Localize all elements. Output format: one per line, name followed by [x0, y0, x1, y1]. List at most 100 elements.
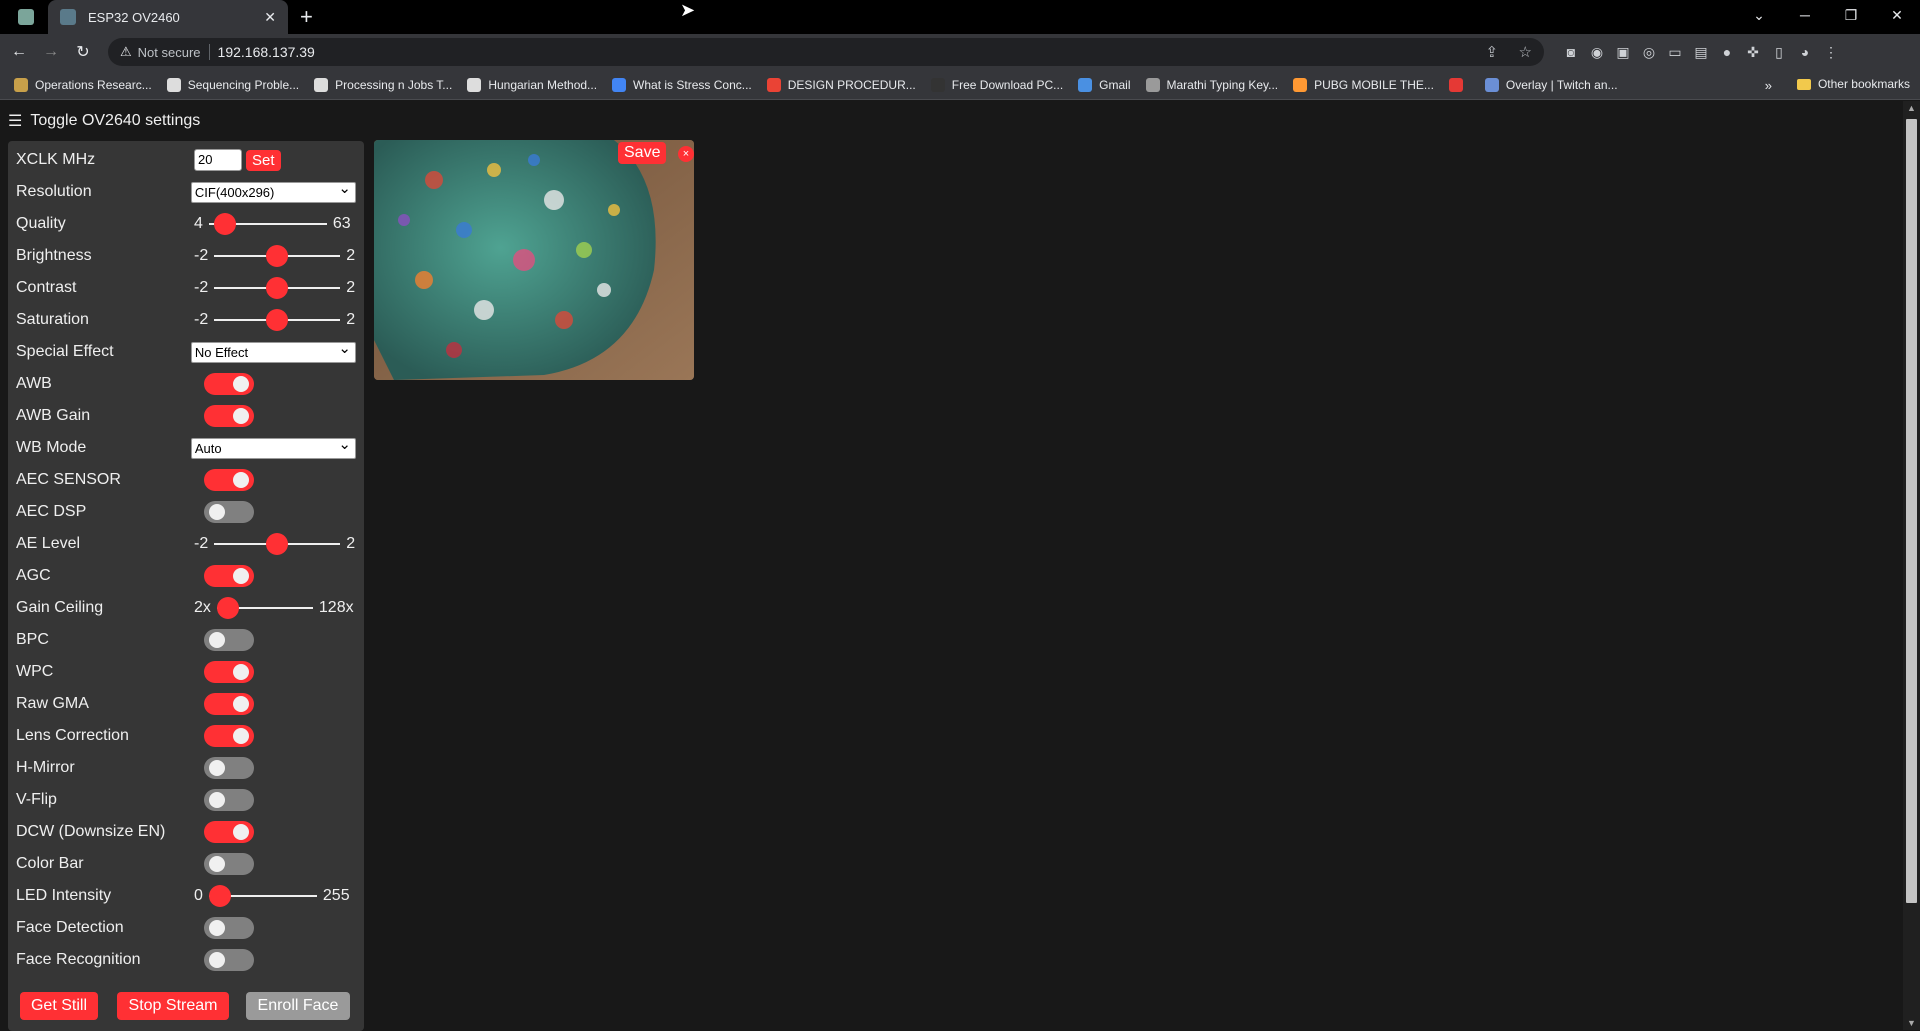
bookmark-star-icon[interactable]: ☆	[1519, 44, 1532, 61]
profile-avatar[interactable]: ◕	[1792, 44, 1818, 61]
bookmark-item[interactable]: Free Download PC...	[930, 77, 1063, 92]
toggle-settings-label[interactable]: Toggle OV2640 settings	[30, 112, 200, 130]
v-flip-toggle[interactable]	[204, 789, 254, 811]
forward-icon[interactable]: →	[38, 43, 64, 61]
not-secure-label[interactable]: Not secure	[138, 45, 201, 60]
contrast-track[interactable]	[214, 277, 341, 299]
bpc-toggle[interactable]	[204, 629, 254, 651]
face-detection-toggle[interactable]	[204, 917, 254, 939]
bookmark-item[interactable]: Gmail	[1078, 77, 1131, 92]
tab-search-icon[interactable]: ⌄	[1736, 0, 1782, 30]
window-close-button[interactable]: ✕	[1874, 0, 1920, 30]
saturation-slider[interactable]: -2 2	[194, 309, 355, 331]
side-panel-icon[interactable]: ▯	[1766, 44, 1792, 61]
awb-gain-toggle[interactable]	[204, 405, 254, 427]
bookmark-item[interactable]	[1448, 77, 1470, 92]
xclk-input[interactable]: 20	[194, 149, 242, 171]
face-recognition-toggle[interactable]	[204, 949, 254, 971]
bookmark-item[interactable]: Sequencing Proble...	[166, 77, 299, 92]
ae-level-thumb[interactable]	[266, 533, 289, 555]
reload-icon[interactable]: ↻	[70, 42, 96, 62]
dcw-toggle[interactable]	[204, 821, 254, 843]
extension-icon-2[interactable]: ◉	[1584, 44, 1610, 61]
bookmarks-overflow-icon[interactable]: »	[1765, 78, 1772, 93]
bookmark-item[interactable]: Hungarian Method...	[467, 77, 597, 92]
bookmark-item[interactable]: PUBG MOBILE THE...	[1293, 77, 1434, 92]
h-mirror-toggle[interactable]	[204, 757, 254, 779]
led-intensity-thumb[interactable]	[208, 885, 231, 907]
gain-ceiling-track[interactable]	[216, 597, 313, 619]
aec-sensor-row: AEC SENSOR	[16, 464, 356, 496]
scroll-down-icon[interactable]: ▼	[1903, 1018, 1920, 1028]
stop-stream-button[interactable]: Stop Stream	[117, 992, 229, 1020]
wb-mode-select[interactable]: Auto	[190, 435, 356, 459]
get-still-button[interactable]: Get Still	[20, 992, 98, 1020]
browser-app-icon[interactable]	[18, 9, 34, 25]
contrast-thumb[interactable]	[266, 277, 289, 299]
other-bookmarks[interactable]: Other bookmarks	[1796, 77, 1910, 91]
minimize-button[interactable]: ─	[1782, 0, 1828, 30]
agc-toggle[interactable]	[204, 565, 254, 587]
bookmark-item[interactable]: What is Stress Conc...	[612, 77, 752, 92]
quality-thumb[interactable]	[213, 213, 236, 235]
awb-toggle[interactable]	[204, 373, 254, 395]
wpc-toggle[interactable]	[204, 661, 254, 683]
share-icon[interactable]: ⇪	[1486, 44, 1499, 61]
extensions-puzzle-icon[interactable]: ✜	[1740, 44, 1766, 61]
extension-new-icon[interactable]: ▤	[1688, 44, 1714, 61]
bookmark-favicon-icon	[930, 77, 945, 92]
bookmark-item[interactable]: Overlay | Twitch an...	[1484, 77, 1618, 92]
extension-icon-5[interactable]: ▭	[1662, 44, 1688, 61]
camera-extension-icon[interactable]: ◙	[1558, 44, 1584, 61]
back-icon[interactable]: ←	[6, 43, 32, 61]
color-bar-toggle[interactable]	[204, 853, 254, 875]
url-text[interactable]: 192.168.137.39	[218, 44, 1470, 60]
quality-track[interactable]	[208, 213, 327, 235]
brightness-track[interactable]	[214, 245, 341, 267]
xclk-set-button[interactable]: Set	[246, 149, 281, 171]
bookmark-item[interactable]: DESIGN PROCEDUR...	[766, 77, 916, 92]
address-bar[interactable]: ⚠ Not secure 192.168.137.39 ⇪ ☆	[108, 38, 1544, 66]
quality-slider[interactable]: 4 63	[194, 213, 351, 235]
h-mirror-toggle-knob	[209, 760, 225, 776]
toggle-settings[interactable]: ☰ Toggle OV2640 settings	[8, 111, 200, 131]
ae-level-slider[interactable]: -2 2	[194, 533, 355, 555]
brightness-slider[interactable]: -2 2	[194, 245, 355, 267]
warning-icon[interactable]: ⚠	[120, 44, 132, 60]
brightness-thumb[interactable]	[266, 245, 289, 267]
aec-dsp-toggle[interactable]	[204, 501, 254, 523]
raw-gma-toggle[interactable]	[204, 693, 254, 715]
grammarly-icon[interactable]: ◎	[1636, 44, 1662, 61]
close-stream-button[interactable]: ×	[678, 146, 694, 162]
lens-correction-toggle[interactable]	[204, 725, 254, 747]
ae-level-track[interactable]	[214, 533, 341, 555]
aec-sensor-toggle[interactable]	[204, 469, 254, 491]
extension-icon-7[interactable]: ●	[1714, 44, 1740, 61]
restore-button[interactable]: ❐	[1828, 0, 1874, 30]
saturation-track[interactable]	[214, 309, 341, 331]
hamburger-icon[interactable]: ☰	[8, 111, 22, 131]
scrollbar-thumb[interactable]	[1906, 119, 1917, 903]
page-scrollbar[interactable]: ▲ ▼	[1903, 101, 1920, 1030]
resolution-select[interactable]: CIF(400x296)	[190, 179, 356, 203]
gain-ceiling-thumb[interactable]	[216, 597, 239, 619]
new-tab-button[interactable]: +	[300, 6, 313, 28]
menu-kebab-icon[interactable]: ⋮	[1818, 44, 1844, 61]
tab-close-icon[interactable]: ✕	[264, 9, 276, 26]
bookmark-item[interactable]: Operations Researc...	[14, 77, 152, 92]
bookmark-item[interactable]: Marathi Typing Key...	[1145, 77, 1278, 92]
extension-icon-3[interactable]: ▣	[1610, 44, 1636, 61]
bpc-label: BPC	[16, 631, 49, 648]
led-intensity-track[interactable]	[208, 885, 317, 907]
save-button[interactable]: Save	[618, 142, 667, 164]
led-intensity-slider[interactable]: 0 255	[194, 885, 350, 907]
special-effect-select[interactable]: No Effect	[190, 339, 356, 363]
awb-gain-toggle-knob	[233, 408, 249, 424]
saturation-thumb[interactable]	[266, 309, 289, 331]
scroll-up-icon[interactable]: ▲	[1903, 103, 1920, 113]
gain-ceiling-slider[interactable]: 2x 128x	[194, 597, 354, 619]
contrast-slider[interactable]: -2 2	[194, 277, 355, 299]
bookmark-item[interactable]: Processing n Jobs T...	[314, 77, 452, 92]
browser-tab[interactable]: ESP32 OV2460 ✕	[48, 0, 288, 34]
enroll-face-button[interactable]: Enroll Face	[246, 992, 350, 1020]
